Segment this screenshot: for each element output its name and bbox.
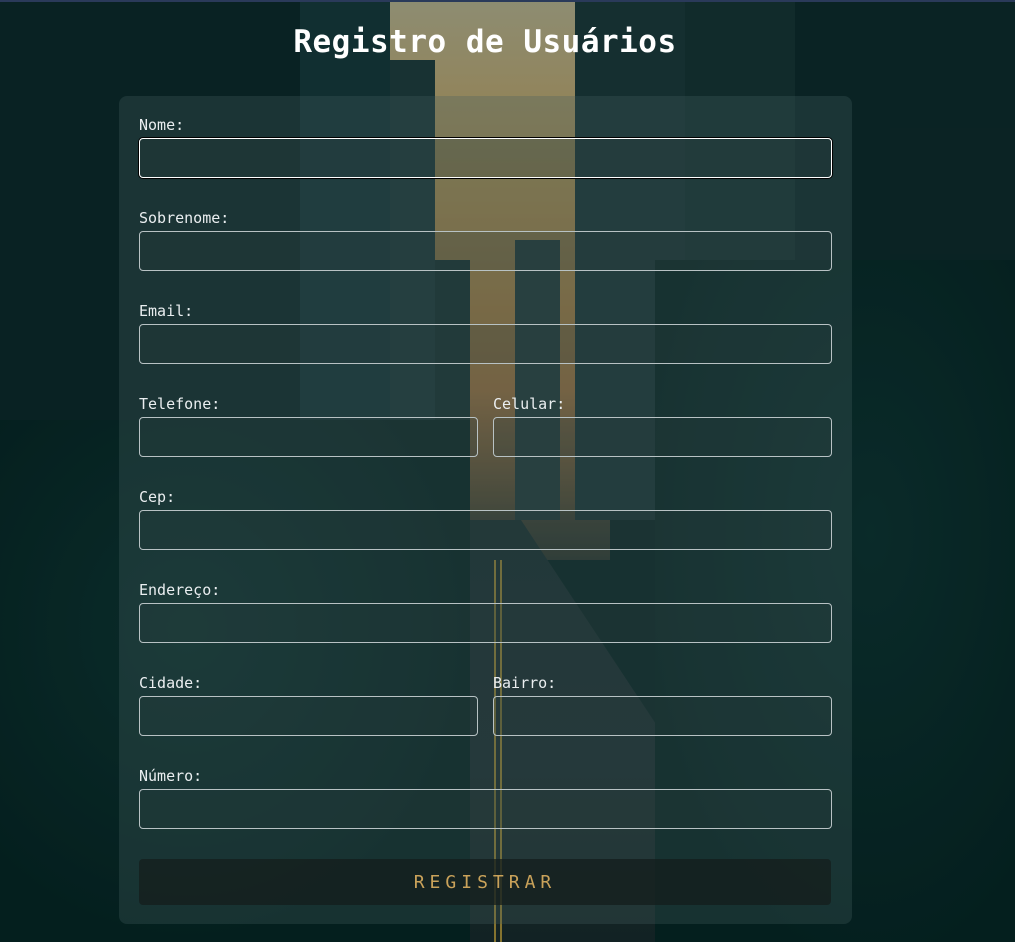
cidade-label: Cidade: bbox=[139, 674, 203, 692]
sobrenome-label: Sobrenome: bbox=[139, 209, 230, 227]
field-telefone: Telefone: bbox=[139, 395, 478, 457]
registration-form: Nome: Sobrenome: Email: Telefone: Celula… bbox=[119, 96, 852, 924]
field-nome: Nome: bbox=[139, 116, 832, 178]
cidade-input[interactable] bbox=[139, 696, 478, 736]
field-cidade: Cidade: bbox=[139, 674, 478, 736]
celular-label: Celular: bbox=[493, 395, 566, 413]
bairro-label: Bairro: bbox=[493, 674, 557, 692]
numero-label: Número: bbox=[139, 767, 203, 785]
field-numero: Número: bbox=[139, 767, 832, 829]
email-label: Email: bbox=[139, 302, 194, 320]
nome-input[interactable] bbox=[139, 138, 832, 178]
field-sobrenome: Sobrenome: bbox=[139, 209, 832, 271]
email-input[interactable] bbox=[139, 324, 832, 364]
telefone-label: Telefone: bbox=[139, 395, 221, 413]
field-endereco: Endereço: bbox=[139, 581, 832, 643]
field-bairro: Bairro: bbox=[493, 674, 832, 736]
bairro-input[interactable] bbox=[493, 696, 832, 736]
endereco-label: Endereço: bbox=[139, 581, 221, 599]
cep-input[interactable] bbox=[139, 510, 832, 550]
field-celular: Celular: bbox=[493, 395, 832, 457]
endereco-input[interactable] bbox=[139, 603, 832, 643]
telefone-input[interactable] bbox=[139, 417, 478, 457]
celular-input[interactable] bbox=[493, 417, 832, 457]
top-border bbox=[0, 0, 1015, 2]
field-cep: Cep: bbox=[139, 488, 832, 550]
field-email: Email: bbox=[139, 302, 832, 364]
page-title: Registro de Usuários bbox=[293, 24, 677, 60]
numero-input[interactable] bbox=[139, 789, 832, 829]
cep-label: Cep: bbox=[139, 488, 176, 506]
nome-label: Nome: bbox=[139, 116, 185, 134]
register-button[interactable]: REGISTRAR bbox=[139, 859, 831, 905]
sobrenome-input[interactable] bbox=[139, 231, 832, 271]
